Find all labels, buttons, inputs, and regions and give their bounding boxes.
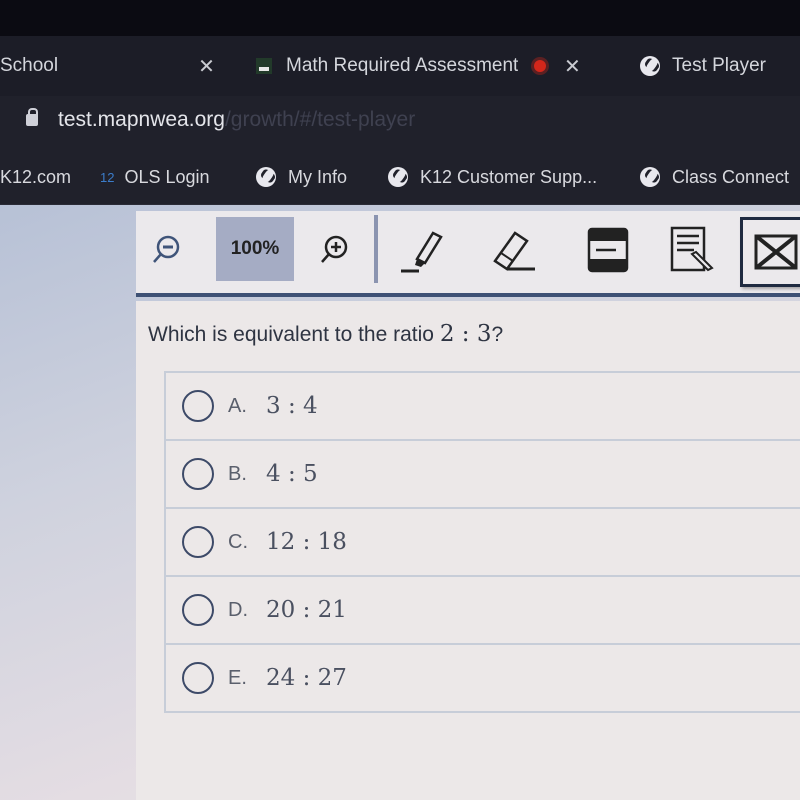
radio-button[interactable] bbox=[182, 594, 214, 626]
bookmarks-bar: K12.com 12 OLS Login My Info K12 Custome… bbox=[0, 150, 800, 205]
answer-eliminator-icon bbox=[754, 234, 798, 270]
bookmark-ols-login[interactable]: 12 OLS Login bbox=[100, 162, 210, 192]
choice-value: 20 : 21 bbox=[266, 597, 347, 623]
answer-eliminator-button[interactable] bbox=[740, 217, 800, 287]
question-text: Which is equivalent to the ratio bbox=[148, 323, 440, 346]
bookmark-class-connect[interactable]: Class Connect bbox=[640, 162, 789, 192]
choice-c[interactable]: C. 12 : 18 bbox=[166, 509, 800, 577]
line-reader-button[interactable] bbox=[580, 221, 636, 279]
bookmark-label: OLS Login bbox=[124, 166, 210, 187]
notepad-button[interactable] bbox=[664, 221, 720, 279]
bookmark-k12[interactable]: K12.com bbox=[0, 162, 71, 192]
notepad-icon bbox=[670, 226, 714, 272]
tab-label: School bbox=[0, 55, 59, 76]
url-domain: test.mapnwea.org bbox=[58, 108, 225, 131]
eraser-icon bbox=[493, 231, 535, 271]
lock-shackle bbox=[28, 108, 38, 117]
choice-value: 24 : 27 bbox=[266, 665, 347, 691]
choice-letter: C. bbox=[228, 530, 248, 553]
choice-a[interactable]: A. 3 : 4 bbox=[166, 373, 800, 441]
test-player-page: 100% Which is equivalent to the ratio 2 … bbox=[0, 205, 800, 800]
answer-choices: A. 3 : 4 B. 4 : 5 C. 12 : 18 D. 20 : 21 … bbox=[164, 371, 800, 713]
question-panel: Which is equivalent to the ratio 2 : 3? … bbox=[136, 301, 800, 800]
choice-letter: A. bbox=[228, 394, 247, 417]
tab-math-assessment[interactable]: Math Required Assessment ✕ bbox=[256, 46, 581, 86]
choice-letter: B. bbox=[228, 462, 247, 485]
radio-button[interactable] bbox=[182, 526, 214, 558]
tab-label: Test Player bbox=[672, 55, 766, 76]
question-prompt: Which is equivalent to the ratio 2 : 3? bbox=[148, 321, 503, 347]
choice-b[interactable]: B. 4 : 5 bbox=[166, 441, 800, 509]
k12-icon: 12 bbox=[100, 169, 115, 185]
close-icon[interactable]: ✕ bbox=[198, 54, 215, 79]
choice-d[interactable]: D. 20 : 21 bbox=[166, 577, 800, 645]
line-reader-icon bbox=[587, 227, 629, 273]
bookmark-label: Class Connect bbox=[672, 166, 790, 187]
zoom-in-icon bbox=[321, 235, 348, 263]
zoom-in-button[interactable] bbox=[306, 221, 362, 279]
url-path: /growth/#/test-player bbox=[224, 108, 416, 131]
test-toolbar: 100% bbox=[136, 211, 800, 297]
choice-value: 3 : 4 bbox=[266, 393, 318, 419]
sheet-icon bbox=[256, 58, 272, 74]
bookmark-label: K12 Customer Supp... bbox=[420, 166, 598, 187]
highlighter-icon bbox=[401, 231, 443, 273]
toolbar-divider bbox=[374, 215, 378, 283]
globe-icon bbox=[640, 167, 660, 187]
radio-button[interactable] bbox=[182, 458, 214, 490]
zoom-out-icon bbox=[153, 235, 180, 263]
eraser-button[interactable] bbox=[486, 221, 542, 279]
tab-test-player[interactable]: Test Player bbox=[640, 46, 766, 86]
tab-bar: School ✕ Math Required Assessment ✕ Test… bbox=[0, 36, 800, 96]
question-ratio: 2 : 3 bbox=[439, 321, 492, 347]
choice-letter: E. bbox=[228, 666, 247, 689]
highlighter-button[interactable] bbox=[394, 221, 450, 279]
tab-school[interactable]: School ✕ bbox=[0, 46, 215, 86]
question-suffix: ? bbox=[491, 323, 504, 346]
url: test.mapnwea.org/growth/#/test-player bbox=[58, 108, 415, 132]
tab-label: Math Required Assessment bbox=[286, 55, 518, 76]
bookmark-k12-customer-support[interactable]: K12 Customer Supp... bbox=[388, 162, 597, 192]
address-bar[interactable]: test.mapnwea.org/growth/#/test-player bbox=[0, 96, 800, 150]
choice-letter: D. bbox=[228, 598, 248, 621]
bookmark-label: K12.com bbox=[0, 166, 72, 187]
bookmark-label: My Info bbox=[288, 166, 348, 187]
choice-value: 12 : 18 bbox=[266, 529, 347, 555]
recording-icon bbox=[534, 60, 546, 72]
globe-icon bbox=[256, 167, 276, 187]
zoom-level: 100% bbox=[216, 217, 294, 281]
radio-button[interactable] bbox=[182, 662, 214, 694]
zoom-out-button[interactable] bbox=[138, 221, 194, 279]
globe-icon bbox=[388, 167, 408, 187]
radio-button[interactable] bbox=[182, 390, 214, 422]
bookmark-my-info[interactable]: My Info bbox=[256, 162, 347, 192]
choice-e[interactable]: E. 24 : 27 bbox=[166, 645, 800, 711]
globe-icon bbox=[640, 56, 660, 76]
choice-value: 4 : 5 bbox=[266, 461, 318, 487]
close-icon[interactable]: ✕ bbox=[564, 54, 581, 79]
screen-bezel bbox=[0, 0, 800, 36]
